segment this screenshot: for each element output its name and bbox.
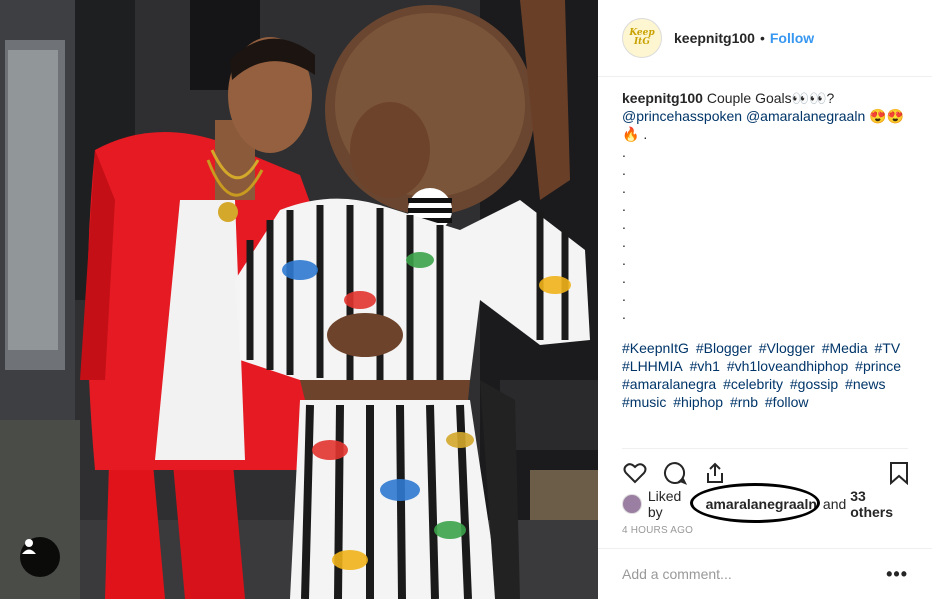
- hashtag-link[interactable]: #rnb: [730, 394, 758, 410]
- hashtag-link[interactable]: #vh1: [690, 358, 720, 374]
- caption-dots: . . . . . . . . . .: [622, 143, 912, 323]
- save-button[interactable]: [886, 460, 912, 486]
- comment-input[interactable]: [622, 566, 887, 582]
- caption-dot: .: [622, 234, 626, 250]
- caption-username-link[interactable]: keepnitg100: [622, 90, 703, 106]
- liker-username-link[interactable]: amaralanegraaln: [689, 483, 821, 523]
- likes-summary: Liked by amaralanegraaln and 33 others: [622, 483, 912, 523]
- share-icon: [707, 462, 723, 483]
- tagged-users-button[interactable]: [20, 537, 60, 577]
- hashtag-link[interactable]: #LHHMIA: [622, 358, 683, 374]
- actions-divider: [622, 448, 908, 449]
- like-button[interactable]: [622, 460, 648, 486]
- caption-dot: .: [622, 306, 626, 322]
- caption-dot: .: [622, 216, 626, 232]
- post-actions: [622, 456, 912, 490]
- liker-avatar[interactable]: [622, 494, 642, 514]
- hashtag-link[interactable]: #Vlogger: [759, 340, 815, 356]
- avatar-logo-text: Keep ItG: [629, 28, 655, 47]
- post-image: [0, 0, 598, 599]
- caption-dot: .: [622, 162, 626, 178]
- caption-dot: .: [622, 180, 626, 196]
- post-photo[interactable]: [0, 0, 598, 599]
- profile-avatar[interactable]: Keep ItG: [622, 18, 662, 58]
- share-button[interactable]: [702, 460, 728, 486]
- comment-icon: [664, 461, 687, 485]
- follow-button[interactable]: Follow: [770, 30, 814, 46]
- mention-link[interactable]: @princehasspoken: [622, 108, 742, 124]
- hashtag-link[interactable]: #amaralanegra: [622, 376, 716, 392]
- caption-emoji: 😍😍: [869, 108, 904, 124]
- comment-button[interactable]: [662, 460, 688, 486]
- bookmark-icon: [890, 462, 908, 485]
- user-icon: [22, 539, 36, 554]
- post-caption: keepnitg100 Couple Goals👀👀? @princehassp…: [622, 89, 912, 411]
- liked-by-label: Liked by: [647, 488, 682, 520]
- likes-others-link[interactable]: 33 others: [850, 488, 912, 520]
- heart-icon: [623, 463, 647, 484]
- caption-dot: .: [622, 198, 626, 214]
- post-side-panel: Keep ItG keepnitg100 • Follow keepnitg10…: [598, 0, 932, 599]
- caption-dot: .: [622, 288, 626, 304]
- hashtag-link[interactable]: #Media: [822, 340, 868, 356]
- hashtag-link[interactable]: #follow: [765, 394, 809, 410]
- caption-emoji: 🔥 .: [622, 126, 648, 142]
- more-options-button[interactable]: •••: [886, 564, 908, 585]
- liker-username: amaralanegraaln: [705, 496, 817, 512]
- hashtag-link[interactable]: #news: [845, 376, 885, 392]
- mention-link[interactable]: @amaralanegraaln: [746, 108, 865, 124]
- header-separator: •: [759, 30, 765, 46]
- hashtag-link[interactable]: #celebrity: [723, 376, 783, 392]
- caption-text: Couple Goals👀👀?: [706, 90, 835, 106]
- likes-and-label: and: [822, 496, 847, 512]
- caption-dot: .: [622, 252, 626, 268]
- hashtag-link[interactable]: #prince: [855, 358, 901, 374]
- hashtag-link[interactable]: #music: [622, 394, 666, 410]
- hashtag-list: #KeepnItG #Blogger #Vlogger #Media #TV #…: [622, 339, 912, 411]
- hashtag-link[interactable]: #Blogger: [696, 340, 752, 356]
- hashtag-link[interactable]: #KeepnItG: [622, 340, 689, 356]
- header-username-link[interactable]: keepnitg100: [674, 30, 755, 46]
- caption-dot: .: [622, 270, 626, 286]
- post-header: Keep ItG keepnitg100 • Follow: [598, 0, 932, 77]
- caption-dot: .: [622, 144, 626, 160]
- hashtag-link[interactable]: #hiphop: [673, 394, 723, 410]
- hashtag-link[interactable]: #vh1loveandhiphop: [727, 358, 848, 374]
- post-timestamp[interactable]: 4 HOURS AGO: [622, 525, 693, 536]
- hashtag-link[interactable]: #TV: [875, 340, 901, 356]
- hashtag-link[interactable]: #gossip: [790, 376, 838, 392]
- comment-bar: •••: [598, 548, 932, 599]
